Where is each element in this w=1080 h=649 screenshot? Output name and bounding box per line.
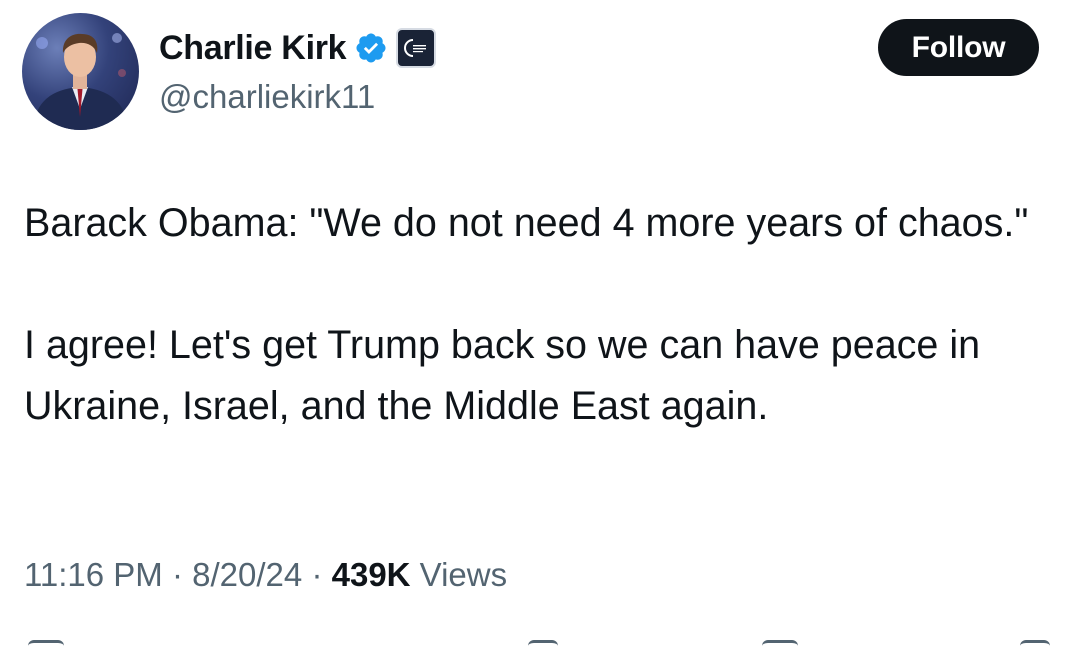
- author-name-row: Charlie Kirk: [159, 26, 437, 70]
- organization-affiliate-badge-icon[interactable]: [396, 28, 437, 68]
- tweet-paragraph: Barack Obama: "We do not need 4 more yea…: [24, 201, 1029, 245]
- reply-icon[interactable]: [28, 640, 64, 649]
- views-count: 439K: [331, 556, 420, 593]
- meta-separator: ·: [311, 556, 332, 593]
- like-icon[interactable]: [528, 640, 558, 649]
- tweet-date[interactable]: 8/20/24: [192, 556, 302, 593]
- action-bar: [0, 636, 1080, 646]
- views-label: Views: [419, 556, 508, 593]
- bookmark-icon[interactable]: [762, 640, 798, 649]
- author-display-name[interactable]: Charlie Kirk: [159, 29, 347, 68]
- tweet-metadata: 11:16 PM · 8/20/24 · 439K Views: [24, 556, 507, 594]
- avatar[interactable]: [22, 13, 139, 130]
- meta-separator: ·: [171, 556, 193, 593]
- follow-button[interactable]: Follow: [878, 19, 1039, 76]
- affiliate-logo-icon: [404, 39, 427, 57]
- profile-photo-icon: [32, 33, 129, 130]
- author-handle[interactable]: @charliekirk11: [159, 78, 375, 116]
- tweet-card: Charlie Kirk @charliekirk11 Follow Barac…: [0, 0, 1080, 646]
- share-icon[interactable]: [1020, 640, 1050, 649]
- tweet-time[interactable]: 11:16 PM: [24, 556, 163, 593]
- tweet-paragraph: I agree! Let's get Trump back so we can …: [24, 323, 981, 428]
- tweet-body: Barack Obama: "We do not need 4 more yea…: [24, 193, 1054, 437]
- verified-badge-icon[interactable]: [354, 31, 388, 65]
